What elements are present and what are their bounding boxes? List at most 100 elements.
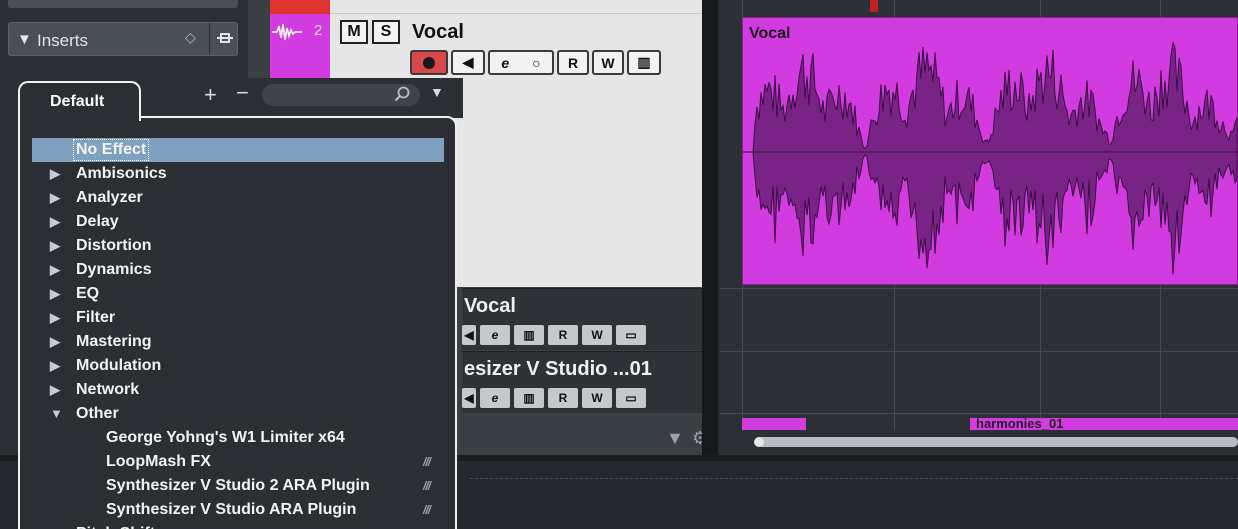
collapsed-triangle-icon[interactable]: ▶ bbox=[50, 306, 60, 330]
audio-track-icon bbox=[272, 23, 302, 41]
waveform bbox=[743, 40, 1238, 275]
track-1-header[interactable] bbox=[330, 0, 702, 14]
category-folder[interactable]: ▶ Mastering bbox=[32, 330, 444, 354]
collapsed-triangle-icon[interactable]: ▶ bbox=[50, 282, 60, 306]
bypass-diamond-icon[interactable]: ◇ bbox=[185, 29, 196, 46]
category-folder[interactable]: ▶ Ambisonics bbox=[32, 162, 444, 186]
category-folder[interactable]: ▶ Pitch Shift bbox=[32, 522, 444, 529]
item-label: Network bbox=[76, 381, 140, 398]
collapse-triangle-icon[interactable]: ▼ bbox=[17, 31, 32, 48]
lanes-button[interactable]: ▥ bbox=[627, 50, 661, 75]
read-automation-button[interactable]: R bbox=[557, 50, 589, 75]
insert-routing-button[interactable] bbox=[209, 23, 239, 55]
no-effect-item[interactable]: No Effect bbox=[32, 138, 444, 162]
track-number: 2 bbox=[314, 22, 323, 39]
category-folder[interactable]: ▶ EQ bbox=[32, 282, 444, 306]
item-label: Pitch Shift bbox=[76, 522, 155, 529]
speaker-icon: ◀ bbox=[464, 328, 474, 342]
category-folder[interactable]: ▶ Distortion bbox=[32, 234, 444, 258]
track-controls: ◀ e ▥ R W ▭ bbox=[462, 325, 646, 345]
read-automation-button[interactable]: R bbox=[548, 325, 578, 345]
collapsed-triangle-icon[interactable]: ▶ bbox=[50, 162, 60, 186]
item-label: Filter bbox=[76, 309, 116, 326]
search-field[interactable] bbox=[262, 84, 420, 106]
item-label: Mastering bbox=[76, 333, 152, 350]
remove-button[interactable]: − bbox=[236, 80, 249, 106]
item-label: EQ bbox=[76, 285, 100, 302]
audio-event-vocal[interactable]: Vocal bbox=[742, 17, 1238, 285]
collapsed-triangle-icon[interactable]: ▶ bbox=[50, 354, 60, 378]
plugin-badge: /// bbox=[422, 503, 431, 517]
category-folder[interactable]: ▼ Other bbox=[32, 402, 444, 426]
collapsed-triangle-icon[interactable]: ▶ bbox=[50, 258, 60, 282]
category-folder[interactable]: ▶ Analyzer bbox=[32, 186, 444, 210]
monitor-button[interactable]: ◀ bbox=[462, 325, 476, 345]
collapsed-triangle-icon[interactable]: ▶ bbox=[50, 330, 60, 354]
edit-channel-button[interactable]: e bbox=[480, 325, 510, 345]
plugin-item[interactable]: Synthesizer V Studio ARA Plugin /// bbox=[32, 498, 444, 522]
audio-event-harmonies[interactable]: harmonies_01 bbox=[970, 416, 1238, 431]
category-folder[interactable]: ▶ Network bbox=[32, 378, 444, 402]
horizontal-scrollbar[interactable] bbox=[754, 437, 1238, 447]
item-label: Synthesizer V Studio 2 ARA Plugin bbox=[106, 477, 370, 494]
add-button[interactable]: + bbox=[204, 82, 217, 108]
track-name[interactable]: Vocal bbox=[464, 295, 516, 318]
inspector-section-header[interactable] bbox=[8, 0, 238, 8]
write-automation-button[interactable]: W bbox=[582, 388, 612, 408]
track-3-header[interactable]: Vocal ◀ e ▥ R W ▭ bbox=[462, 288, 702, 350]
plugin-item[interactable]: George Yohng's W1 Limiter x64 bbox=[32, 426, 444, 450]
write-automation-button[interactable]: W bbox=[582, 325, 612, 345]
collapsed-triangle-icon[interactable]: ▶ bbox=[50, 186, 60, 210]
collapsed-triangle-icon[interactable]: ▶ bbox=[50, 522, 60, 529]
effect-list-panel: No Effect ▶ Ambisonics ▶ Analyzer ▶ Delay ▶ Dist… bbox=[18, 116, 457, 529]
solo-button[interactable]: S bbox=[372, 20, 400, 44]
lanes-button[interactable]: ▭ bbox=[616, 388, 646, 408]
category-folder[interactable]: ▶ Delay bbox=[32, 210, 444, 234]
track-list-menu-chevron-icon[interactable]: ▼ bbox=[666, 428, 684, 449]
monitor-button[interactable]: ◀ bbox=[462, 388, 476, 408]
event-name: Vocal bbox=[749, 25, 791, 42]
category-folder[interactable]: ▶ Filter bbox=[32, 306, 444, 330]
item-label: Delay bbox=[76, 213, 119, 230]
collapsed-triangle-icon[interactable]: ▶ bbox=[50, 378, 60, 402]
options-chevron-down-icon[interactable]: ▼ bbox=[430, 84, 444, 100]
search-input[interactable] bbox=[276, 86, 386, 104]
record-enable-button[interactable] bbox=[410, 50, 448, 75]
collapsed-triangle-icon[interactable]: ▶ bbox=[50, 234, 60, 258]
item-label: Ambisonics bbox=[76, 165, 167, 182]
search-icon bbox=[394, 86, 410, 102]
track-1-color-strip bbox=[270, 0, 330, 14]
lanes-icon: ▥ bbox=[637, 54, 651, 70]
plugin-item[interactable]: Synthesizer V Studio 2 ARA Plugin /// bbox=[32, 474, 444, 498]
audio-event-small[interactable] bbox=[742, 418, 806, 430]
collapsed-triangle-icon[interactable]: ▶ bbox=[50, 210, 60, 234]
tab-default[interactable]: Default bbox=[18, 81, 141, 121]
monitor-button[interactable]: ◀ bbox=[451, 50, 485, 75]
lanes-button[interactable]: ▭ bbox=[616, 325, 646, 345]
edit-channel-button[interactable]: e ○ bbox=[488, 50, 554, 75]
write-automation-button[interactable]: W bbox=[592, 50, 624, 75]
category-folder[interactable]: ▶ Modulation bbox=[32, 354, 444, 378]
plugin-badge: /// bbox=[422, 479, 431, 493]
keyboard-icon: ▥ bbox=[523, 391, 535, 405]
marker-flag-icon[interactable] bbox=[870, 0, 878, 12]
category-folder[interactable]: ▶ Dynamics bbox=[32, 258, 444, 282]
read-automation-button[interactable]: R bbox=[548, 388, 578, 408]
scroll-handle[interactable] bbox=[754, 437, 764, 447]
track-name[interactable]: esizer V Studio ...01 bbox=[464, 358, 652, 381]
instrument-button[interactable]: ▥ bbox=[514, 325, 544, 345]
item-label: George Yohng's W1 Limiter x64 bbox=[106, 429, 345, 446]
mute-button[interactable]: M bbox=[340, 20, 368, 44]
track-name[interactable]: Vocal bbox=[412, 21, 464, 44]
edit-channel-button[interactable]: e bbox=[480, 388, 510, 408]
edit-e-icon: e bbox=[491, 328, 499, 342]
item-label: Analyzer bbox=[76, 189, 143, 206]
plugin-item[interactable]: LoopMash FX /// bbox=[32, 450, 444, 474]
instrument-button[interactable]: ▥ bbox=[514, 388, 544, 408]
inserts-section-header[interactable]: ▼ Inserts ◇ bbox=[8, 22, 238, 56]
insert-effect-browser: + − ▼ Default No Effect ▶ Ambisonics ▶ Analy… bbox=[18, 78, 463, 529]
event-display[interactable]: Vocal harmonies_01 bbox=[720, 0, 1238, 455]
track-4-header[interactable]: esizer V Studio ...01 ◀ e ▥ R W ▭ bbox=[462, 351, 702, 413]
divider bbox=[470, 478, 1238, 479]
expanded-triangle-icon[interactable]: ▼ bbox=[50, 402, 63, 426]
